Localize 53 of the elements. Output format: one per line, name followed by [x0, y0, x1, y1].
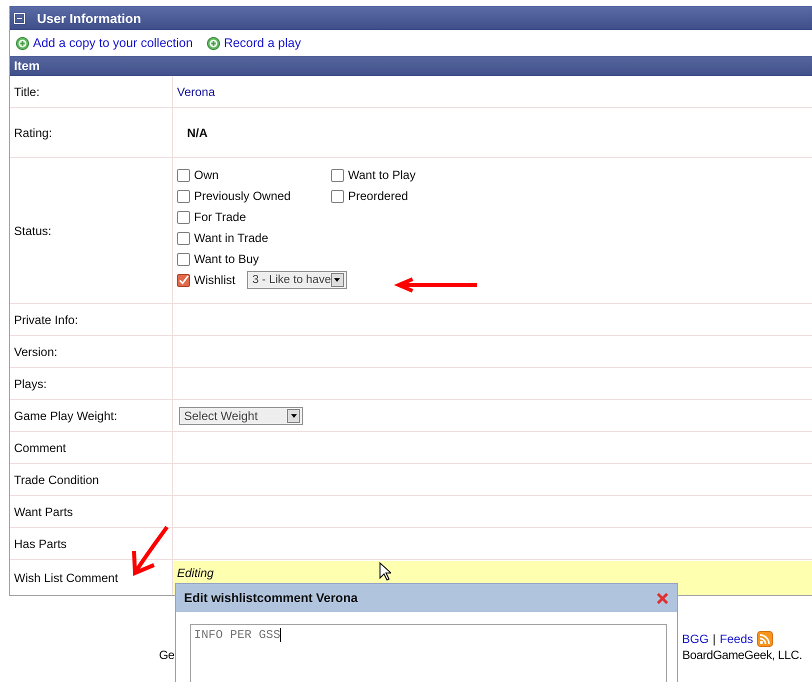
checkbox-label: Want in Trade — [194, 231, 268, 245]
field-label: Private Info: — [14, 312, 78, 326]
checkbox[interactable] — [177, 190, 190, 202]
field-label: Game Play Weight: — [14, 408, 118, 422]
action-link[interactable]: Record a play — [206, 36, 301, 50]
add-icon — [206, 36, 220, 50]
checkbox-label: Previously Owned — [194, 189, 291, 203]
field-label: Has Parts — [14, 536, 67, 550]
collapse-toggle[interactable] — [14, 12, 25, 24]
rating-value: N/A — [186, 126, 208, 140]
field-label: Comment — [14, 440, 66, 454]
mouse-cursor — [379, 562, 391, 582]
action-link[interactable]: Add a copy to your collection — [16, 36, 193, 50]
checkbox[interactable] — [177, 232, 190, 244]
checkbox-label: Want to Buy — [194, 252, 259, 266]
feeds-link[interactable]: Feeds — [720, 632, 754, 646]
field-label: Wish List Comment — [14, 570, 118, 584]
field-label: Title: — [14, 84, 40, 98]
checkbox-label: For Trade — [194, 210, 246, 224]
checkbox-label: Own — [194, 168, 219, 182]
checkbox[interactable] — [331, 190, 344, 202]
checkbox-label: Want to Play — [348, 168, 416, 182]
annotation-arrow — [130, 525, 170, 577]
footer-text: Ge — [159, 648, 174, 662]
separator: | — [712, 632, 716, 646]
checkbox[interactable] — [331, 168, 344, 182]
footer-text: BoardGameGeek, LLC. — [682, 648, 802, 662]
footer-link[interactable]: BGG — [682, 632, 709, 646]
field-label: Plays: — [14, 376, 47, 390]
checkbox[interactable] — [177, 252, 190, 266]
dropdown-icon — [290, 414, 296, 418]
add-icon — [16, 36, 29, 50]
checkbox-label: Wishlist — [194, 273, 236, 287]
dialog-title: Edit wishlistcomment Verona — [184, 591, 358, 605]
weight-select[interactable]: Select Weight — [179, 406, 303, 424]
field-label: Rating: — [14, 126, 52, 140]
comment-textarea[interactable]: INFO PER GSS — [190, 624, 667, 682]
checkbox-label: Preordered — [348, 189, 408, 203]
dropdown-icon — [334, 278, 340, 282]
checkbox[interactable] — [177, 274, 190, 286]
section-title: Item — [14, 59, 40, 73]
title-link[interactable]: Verona — [177, 84, 216, 98]
checkbox[interactable] — [177, 210, 190, 224]
field-label: Trade Condition — [14, 472, 99, 486]
field-label: Status: — [14, 224, 52, 238]
panel-title: User Information — [37, 10, 142, 26]
editing-status: Editing — [177, 566, 214, 580]
rss-icon[interactable] — [757, 631, 774, 647]
field-label: Want Parts — [14, 504, 73, 518]
checkbox[interactable] — [177, 168, 190, 182]
close-icon[interactable] — [656, 592, 669, 604]
wishlist-select[interactable]: 3 - Like to have — [247, 271, 347, 289]
field-label: Version: — [14, 344, 58, 358]
